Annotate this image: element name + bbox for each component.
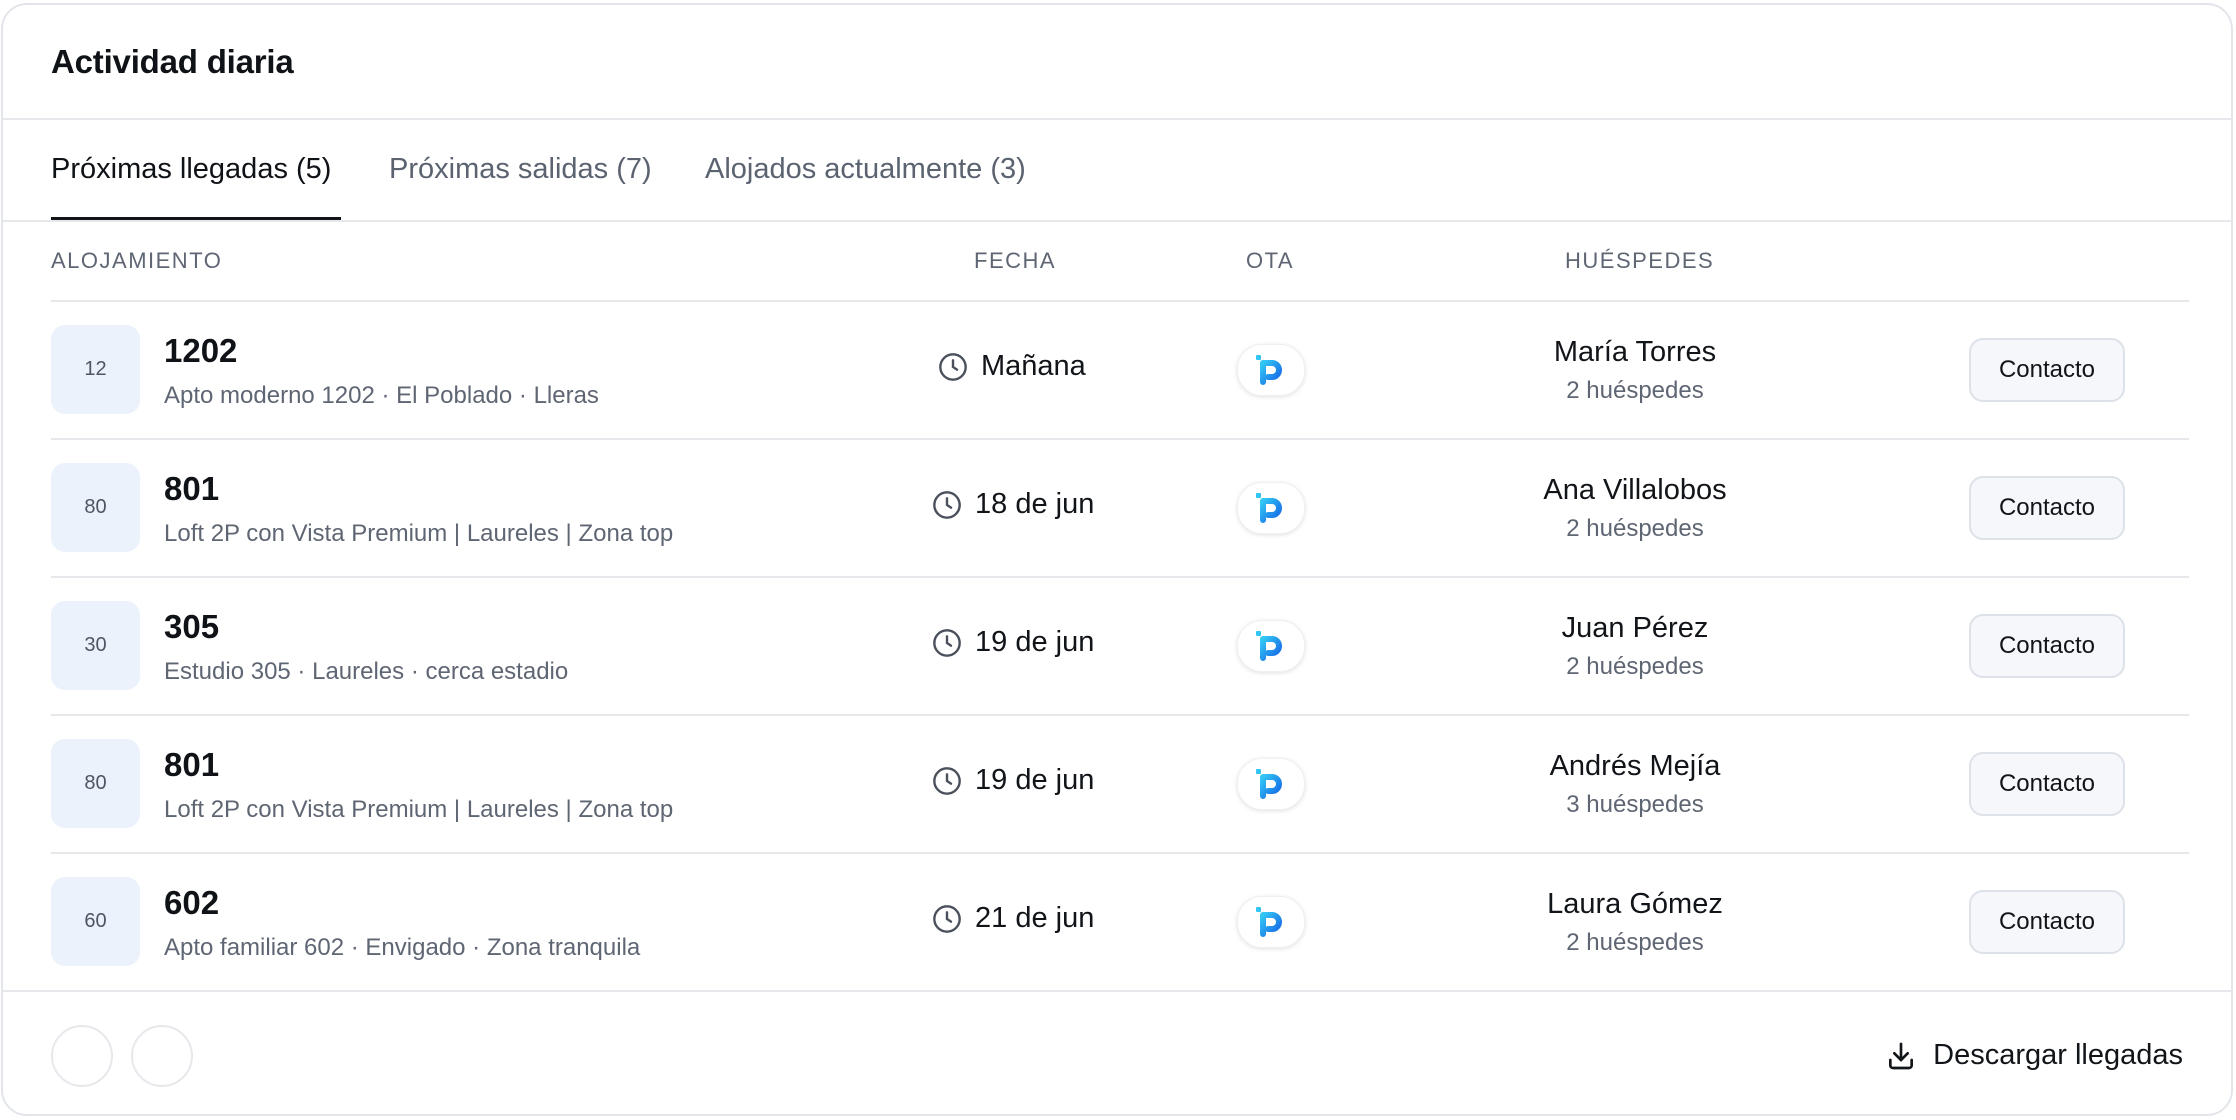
clock-icon (939, 352, 967, 381)
unit-description: Apto moderno 1202 · El Poblado · Lleras (164, 382, 599, 409)
arrival-date: 19 de jun (931, 764, 1094, 797)
table-row: 12 1202 Apto moderno 1202 · El Poblado ·… (3, 302, 2231, 440)
tab-alojados-actualmente[interactable]: Alojados actualmente (3) (705, 153, 1026, 186)
guest-name: Juan Pérez (1561, 612, 1709, 644)
unit-number: 801 (164, 746, 220, 783)
p-logo-icon (1256, 769, 1282, 799)
column-header-ota: OTA (1246, 248, 1295, 273)
ota-badge (1237, 758, 1305, 810)
arrival-date-text: 21 de jun (975, 902, 1095, 934)
card-title: Actividad diaria (51, 43, 294, 80)
arrival-date: 19 de jun (931, 626, 1094, 659)
table-row: 80 801 Loft 2P con Vista Premium | Laure… (3, 716, 2231, 854)
contact-button[interactable]: Contacto (1969, 752, 2125, 816)
contact-button[interactable]: Contacto (1969, 476, 2125, 540)
unit-number: 602 (164, 884, 220, 921)
download-icon (1889, 1042, 1914, 1069)
guest-count: 2 huéspedes (1566, 929, 1704, 956)
footer-divider (3, 990, 2231, 992)
guest-count: 2 huéspedes (1566, 515, 1704, 542)
p-logo-icon (1256, 631, 1282, 661)
column-header-fecha: FECHA (974, 248, 1057, 273)
prev-page-button[interactable] (51, 1025, 113, 1087)
contact-button[interactable]: Contacto (1969, 890, 2125, 954)
next-page-button[interactable] (131, 1025, 193, 1087)
arrival-date-text: 19 de jun (975, 626, 1095, 658)
ota-badge (1237, 896, 1305, 948)
download-arrivals-button[interactable]: Descargar llegadas (1885, 1039, 2183, 1072)
column-header-huespedes: HUÉSPEDES (1565, 248, 1715, 273)
unit-thumbnail: 80 (51, 463, 140, 552)
contact-button[interactable]: Contacto (1969, 338, 2125, 402)
unit-thumbnail: 12 (51, 325, 140, 414)
p-logo-icon (1256, 907, 1282, 937)
column-header-alojamiento: ALOJAMIENTO (51, 248, 223, 273)
guest-count: 2 huéspedes (1566, 653, 1704, 680)
arrival-date: 18 de jun (931, 488, 1094, 521)
arrival-date-text: Mañana (981, 350, 1086, 382)
clock-icon (933, 628, 961, 657)
unit-number: 305 (164, 608, 220, 645)
guest-name: María Torres (1553, 336, 1717, 368)
unit-description: Estudio 305 · Laureles · cerca estadio (164, 658, 569, 685)
contact-button[interactable]: Contacto (1969, 614, 2125, 678)
tabs-divider (3, 220, 2231, 222)
arrival-date: Mañana (937, 350, 1086, 383)
unit-thumbnail: 80 (51, 739, 140, 828)
guest-count: 2 huéspedes (1566, 377, 1704, 404)
unit-description: Apto familiar 602 · Envigado · Zona tran… (164, 934, 641, 961)
guest-name: Andrés Mejía (1549, 750, 1721, 782)
clock-icon (933, 904, 961, 933)
unit-description: Loft 2P con Vista Premium | Laureles | Z… (164, 796, 674, 823)
guest-name: Ana Villalobos (1543, 474, 1727, 506)
table-row: 30 305 Estudio 305 · Laureles · cerca es… (3, 578, 2231, 716)
unit-thumbnail: 60 (51, 877, 140, 966)
arrival-date-text: 19 de jun (975, 764, 1095, 796)
table-row: 80 801 Loft 2P con Vista Premium | Laure… (3, 440, 2231, 578)
guest-name: Laura Gómez (1547, 888, 1723, 920)
unit-thumbnail: 30 (51, 601, 140, 690)
arrival-date-text: 18 de jun (975, 488, 1095, 520)
tab-proximas-salidas[interactable]: Próximas salidas (7) (389, 153, 652, 186)
ota-badge (1237, 344, 1305, 396)
p-logo-icon (1256, 493, 1282, 523)
table-row: 60 602 Apto familiar 602 · Envigado · Zo… (3, 854, 2231, 992)
arrival-date: 21 de jun (931, 902, 1094, 935)
unit-description: Loft 2P con Vista Premium | Laureles | Z… (164, 520, 674, 547)
ota-badge (1237, 620, 1305, 672)
tab-proximas-llegadas[interactable]: Próximas llegadas (5) (51, 153, 331, 186)
daily-activity-card: Actividad diaria Próximas llegadas (5) P… (1, 3, 2233, 1116)
clock-icon (933, 766, 961, 795)
download-arrivals-label: Descargar llegadas (1933, 1039, 2183, 1071)
ota-badge (1237, 482, 1305, 534)
clock-icon (933, 490, 961, 519)
p-logo-icon (1256, 355, 1282, 385)
title-divider (3, 118, 2231, 120)
unit-number: 1202 (164, 332, 238, 369)
unit-number: 801 (164, 470, 220, 507)
guest-count: 3 huéspedes (1566, 791, 1704, 818)
